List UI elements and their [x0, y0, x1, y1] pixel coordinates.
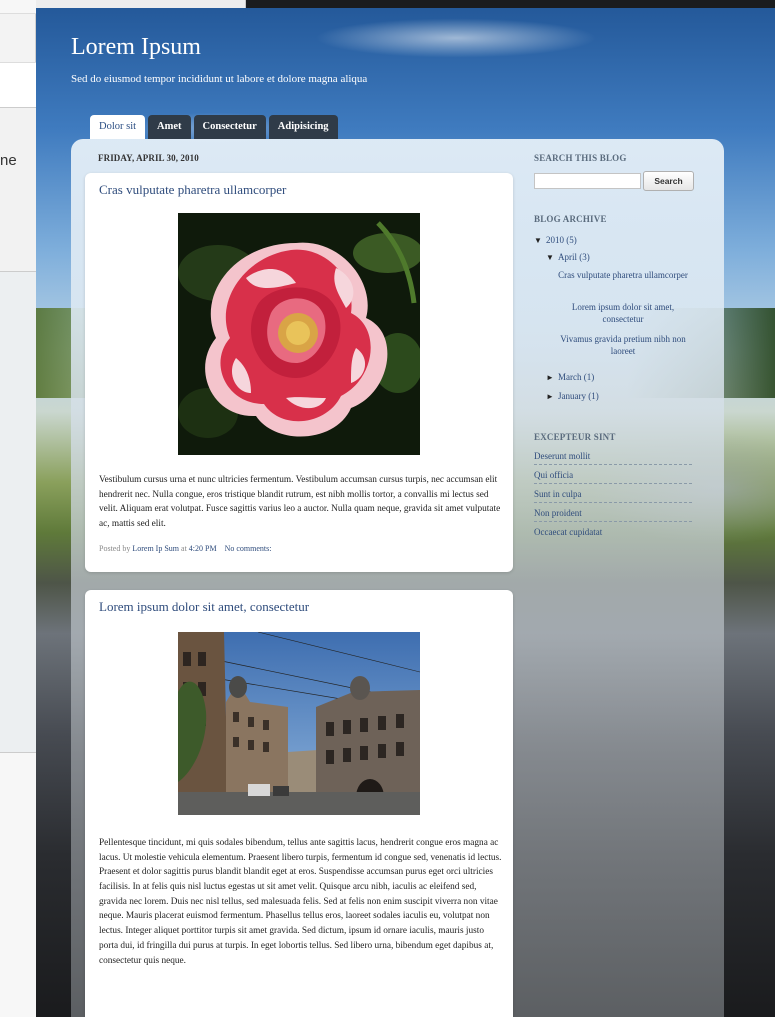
archive-month-label[interactable]: March — [558, 372, 582, 382]
archive-month-march[interactable]: ► March (1) — [546, 371, 594, 384]
archive-year[interactable]: ▼ 2010 (5) — [534, 234, 577, 247]
blog-post: Cras vulputate pharetra ullamcorper Vest… — [85, 173, 513, 572]
post-title[interactable]: Cras vulputate pharetra ullamcorper — [99, 182, 286, 198]
post-image-rose[interactable] — [178, 213, 420, 455]
blog-post: Lorem ipsum dolor sit amet, consectetur — [85, 590, 513, 1017]
search-button[interactable]: Search — [643, 171, 694, 191]
background-window-footer — [0, 752, 36, 1017]
background-window-field — [0, 62, 36, 108]
post-body: Vestibulum cursus urna et nunc ultricies… — [99, 475, 501, 530]
archive-heading: BLOG ARCHIVE — [534, 214, 607, 224]
archive-month-count: (1) — [588, 391, 599, 401]
tab-amet[interactable]: Amet — [148, 115, 191, 139]
triangle-right-icon[interactable]: ► — [546, 373, 558, 384]
label-link[interactable]: Qui officia — [534, 470, 692, 484]
labels-heading: EXCEPTEUR SINT — [534, 432, 616, 442]
label-link[interactable]: Deserunt mollit — [534, 451, 692, 465]
archive-month-count: (1) — [583, 372, 595, 382]
post-footer: Posted by Lorem Ip Sum at 4:20 PM No com… — [99, 544, 271, 553]
blog-description: Sed do eiusmod tempor incididunt ut labo… — [71, 73, 368, 85]
archive-month-january[interactable]: ► January (1) — [546, 390, 599, 403]
archive-post-link[interactable]: Cras vulputate pharetra ullamcorper — [556, 269, 690, 281]
post-author-link[interactable]: Lorem Ip Sum — [132, 544, 179, 553]
background-window-panel — [0, 108, 36, 272]
blog-title[interactable]: Lorem Ipsum — [71, 34, 201, 61]
archive-month-label[interactable]: January — [558, 391, 586, 401]
triangle-down-icon[interactable]: ▼ — [534, 236, 546, 247]
archive-month-count: (3) — [579, 252, 590, 262]
posted-by-label: Posted by — [99, 544, 131, 553]
date-header: FRIDAY, APRIL 30, 2010 — [98, 153, 199, 163]
background-window-tabbar — [0, 0, 36, 14]
post-time-link[interactable]: 4:20 PM — [189, 544, 217, 553]
tab-adipisicing[interactable]: Adipisicing — [268, 115, 338, 139]
search-heading: SEARCH THIS BLOG — [534, 153, 627, 163]
archive-post-link[interactable]: Vivamus gravida pretium nibh non laoreet — [556, 333, 690, 357]
background-window-text: ne — [0, 152, 17, 169]
archive-month-label[interactable]: April — [558, 252, 577, 262]
background-window: ne — [0, 0, 36, 1017]
tab-dolor-sit[interactable]: Dolor sit — [90, 115, 146, 139]
archive-year-count: (5) — [566, 235, 577, 245]
archive-post-link[interactable]: Lorem ipsum dolor sit amet, consectetur — [556, 301, 690, 325]
triangle-right-icon[interactable]: ► — [546, 392, 558, 403]
search-input[interactable] — [534, 173, 641, 189]
page-tabs: Dolor sit Amet Consectetur Adipisicing — [90, 115, 338, 140]
archive-month-april[interactable]: ▼ April (3) — [546, 251, 590, 264]
post-comments-link[interactable]: No comments: — [225, 544, 272, 553]
post-body: Pellentesque tincidunt, mi quis sodales … — [99, 838, 502, 966]
triangle-down-icon[interactable]: ▼ — [546, 253, 558, 264]
tab-consectetur[interactable]: Consectetur — [193, 115, 266, 139]
label-link[interactable]: Non proident — [534, 508, 692, 522]
background-window-body — [0, 272, 36, 752]
post-title[interactable]: Lorem ipsum dolor sit amet, consectetur — [99, 599, 309, 615]
archive-year-label[interactable]: 2010 — [546, 235, 564, 245]
street-photo — [178, 632, 420, 815]
posted-at-label: at — [181, 544, 187, 553]
label-link[interactable]: Occaecat cupidatat — [534, 527, 692, 540]
post-image-street[interactable] — [178, 632, 420, 815]
rose-photo — [178, 213, 420, 455]
label-link[interactable]: Sunt in culpa — [534, 489, 692, 503]
